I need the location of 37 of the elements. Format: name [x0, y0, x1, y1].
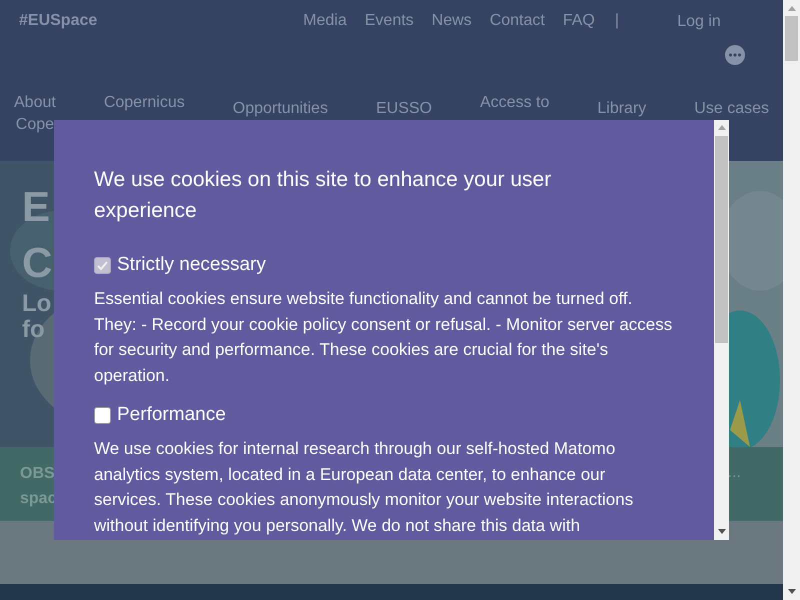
band-text: spac — [20, 489, 56, 509]
top-nav-link[interactable]: Events — [364, 9, 414, 65]
category-label: Performance — [117, 403, 226, 427]
category-label: Strictly necessary — [117, 253, 266, 277]
scroll-down-icon[interactable] — [788, 589, 796, 594]
scroll-thumb[interactable] — [785, 16, 798, 61]
scroll-down-icon[interactable] — [718, 529, 726, 534]
main-nav-item[interactable]: Opportunities — [232, 98, 328, 120]
top-nav-link[interactable]: Media — [303, 9, 347, 65]
hero-title: E — [22, 182, 50, 232]
band-text: OBS — [20, 464, 56, 484]
category-checkbox[interactable] — [94, 406, 111, 424]
site-logo[interactable]: #EUSpace — [19, 9, 98, 33]
top-nav-link[interactable]: News — [432, 9, 472, 65]
scroll-thumb[interactable] — [715, 136, 728, 343]
globe-icon[interactable] — [725, 45, 745, 65]
category-description: We use cookies for internal research through our self-hosted Matomo analytics system, located in a European data center, to enhance our services. These cookies anonymously monitor your website interactions without identifying you personally. We do not share this data with — [94, 438, 634, 536]
main-nav-item[interactable]: EUSSO — [376, 98, 432, 120]
dialog-scrollbar[interactable] — [714, 120, 729, 540]
hero-title: C — [22, 238, 52, 288]
check-icon — [96, 258, 109, 272]
hero-subtitle: Lo — [22, 291, 52, 317]
category-description: Essential cookies ensure website functionality and cannot be turned off. They: - Record your cookie policy consent or refusal. - Monitor server access for security and performance. These cookies are crucial for the site's operation. — [94, 288, 674, 386]
top-nav-link[interactable]: Contact — [490, 9, 545, 65]
main-nav-item[interactable]: Access to — [480, 92, 550, 114]
login-link[interactable]: Log in — [677, 10, 721, 34]
top-nav-link[interactable]: FAQ — [562, 9, 595, 65]
main-nav-item[interactable]: Library — [597, 98, 646, 120]
dialog-title: We use cookies on this site to enhance your user experience — [94, 167, 552, 224]
hero-subtitle: fo — [22, 317, 45, 343]
scroll-up-icon[interactable] — [718, 125, 726, 130]
main-nav-item[interactable]: Copernicus — [104, 92, 185, 114]
main-nav-item[interactable]: About Cope — [14, 92, 56, 136]
nav-separator: | — [614, 11, 619, 31]
main-nav-item[interactable]: Use cases — [694, 98, 769, 120]
band-ellipsis: ... — [728, 463, 741, 483]
scroll-up-icon[interactable] — [788, 6, 796, 11]
